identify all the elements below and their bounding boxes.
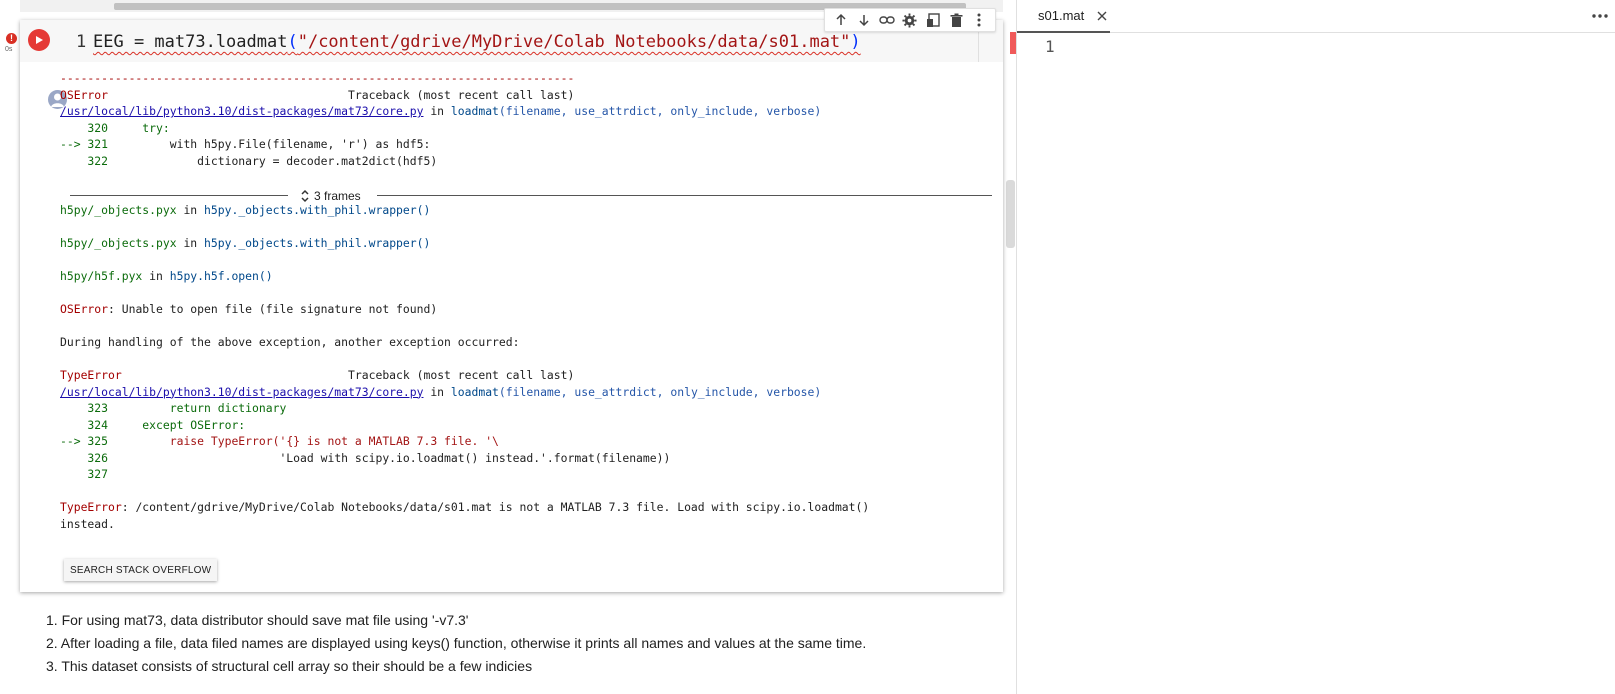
code-divider xyxy=(978,32,979,62)
frame-in: in xyxy=(142,269,170,283)
more-horiz-icon[interactable] xyxy=(1590,7,1610,25)
traceback-file-link[interactable]: /usr/local/lib/python3.10/dist-packages/… xyxy=(60,385,423,399)
chained-exception-notice: During handling of the above exception, … xyxy=(60,335,520,349)
traceback-line-number: 320 xyxy=(60,120,143,135)
traceback-line-code: with h5py.File(filename, 'r') as hdf5: xyxy=(169,137,431,151)
frame-in: in xyxy=(176,236,205,250)
error-badge-icon: ! xyxy=(6,33,17,44)
unfold-icon xyxy=(301,189,309,203)
traceback-line-number: --> 321 xyxy=(60,137,170,151)
traceback-args: (filename, use_attrdict, only_include, v… xyxy=(498,384,822,399)
traceback-line-code: try: xyxy=(142,120,170,135)
trash-icon[interactable] xyxy=(947,11,965,29)
editor-line-number: 1 xyxy=(1045,37,1055,56)
error-message: : /content/gdrive/MyDrive/Colab Notebook… xyxy=(121,500,870,514)
search-stack-overflow-button[interactable]: SEARCH STACK OVERFLOW xyxy=(64,559,218,581)
traceback-line-number: 322 xyxy=(60,153,198,168)
list-item: 1. For using mat73, data distributor sho… xyxy=(46,612,469,628)
code-string: "/content/gdrive/MyDrive/Colab Notebooks… xyxy=(297,32,851,52)
mirror-cell-icon[interactable] xyxy=(924,11,942,29)
traceback-line-code: except OSError: xyxy=(142,417,246,432)
traceback-separator: ----------------------------------------… xyxy=(60,71,575,85)
frame-in: in xyxy=(176,203,205,217)
tab-s01-mat[interactable]: s01.mat xyxy=(1017,0,1110,33)
arrow-up-icon[interactable] xyxy=(832,11,850,29)
traceback-args: (filename, use_attrdict, only_include, v… xyxy=(498,104,822,118)
traceback-line-number: 324 xyxy=(60,417,143,432)
traceback-line-number: 326 xyxy=(60,450,280,465)
traceback-header: Traceback (most recent call last) xyxy=(108,87,575,102)
traceback-function: loadmat xyxy=(450,384,499,399)
link-icon[interactable] xyxy=(878,11,896,29)
code-line-number: 1 xyxy=(76,32,87,52)
traceback-header: Traceback (most recent call last) xyxy=(121,368,575,382)
traceback-function: loadmat xyxy=(450,104,499,118)
tab-label: s01.mat xyxy=(1038,8,1085,23)
frames-line-left xyxy=(70,195,288,196)
run-cell-button[interactable] xyxy=(28,29,50,51)
frames-line-right xyxy=(377,195,992,196)
code-paren-open: ( xyxy=(287,32,298,52)
frame-function: h5py.h5f.open() xyxy=(169,269,273,283)
traceback-line-number: --> 325 xyxy=(60,434,170,448)
frames-separator: 3 frames xyxy=(70,188,992,204)
cell-toolbar xyxy=(824,8,996,32)
traceback-line-code: return dictionary xyxy=(169,401,287,415)
error-message: : Unable to open file (file signature no… xyxy=(108,302,438,316)
file-editor-pane: s01.mat 1 xyxy=(1016,0,1615,694)
code-paren-close: ) xyxy=(850,32,861,52)
error-name: TypeError xyxy=(60,368,122,382)
code-line[interactable]: EEG = mat73.loadmat("/content/gdrive/MyD… xyxy=(93,32,861,52)
close-icon[interactable] xyxy=(1096,10,1108,22)
execution-time: 0s xyxy=(5,46,13,53)
list-item: 3. This dataset consists of structural c… xyxy=(46,658,533,674)
traceback-in: in xyxy=(423,384,451,399)
error-message-continued: instead. xyxy=(60,516,115,531)
frame-module: h5py/h5f.pyx xyxy=(60,269,143,283)
frame-function: h5py._objects.with_phil.wrapper() xyxy=(204,203,431,217)
frame-function: h5py._objects.with_phil.wrapper() xyxy=(204,236,431,250)
editor-tab-bar: s01.mat xyxy=(1017,0,1615,33)
more-vert-icon[interactable] xyxy=(970,11,988,29)
vertical-scrollbar-thumb[interactable] xyxy=(1006,180,1015,248)
traceback-line-number: 323 xyxy=(60,401,170,415)
play-icon xyxy=(36,36,43,44)
traceback-line-code: raise TypeError('{} is not a MATLAB 7.3 … xyxy=(169,434,499,448)
frame-module: h5py/_objects.pyx xyxy=(60,203,177,217)
list-item: 2. After loading a file, data filed name… xyxy=(46,635,867,651)
gear-icon[interactable] xyxy=(901,11,919,29)
error-name: TypeError xyxy=(60,500,122,514)
frames-toggle-button[interactable]: 3 frames xyxy=(300,188,361,204)
traceback-line-code: 'Load with scipy.io.loadmat() instead.'.… xyxy=(279,450,671,465)
frames-label: 3 frames xyxy=(314,189,361,203)
traceback-line-number: 327 xyxy=(60,467,109,481)
traceback-in: in xyxy=(423,104,451,118)
markdown-notes-list: 1. For using mat73, data distributor sho… xyxy=(46,609,866,678)
cell-output: ----------------------------------------… xyxy=(60,70,990,532)
traceback-file-link[interactable]: /usr/local/lib/python3.10/dist-packages/… xyxy=(60,104,423,118)
traceback-line-code: dictionary = decoder.mat2dict(hdf5) xyxy=(197,153,438,168)
error-name: OSError xyxy=(60,302,109,316)
code-function: EEG = mat73.loadmat xyxy=(93,32,288,52)
notebook-pane: ! 0s 1 EEG = mat73.loadmat("/content/gdr… xyxy=(0,0,1016,694)
arrow-down-icon[interactable] xyxy=(855,11,873,29)
frame-module: h5py/_objects.pyx xyxy=(60,236,177,250)
error-name: OSError xyxy=(60,87,109,102)
